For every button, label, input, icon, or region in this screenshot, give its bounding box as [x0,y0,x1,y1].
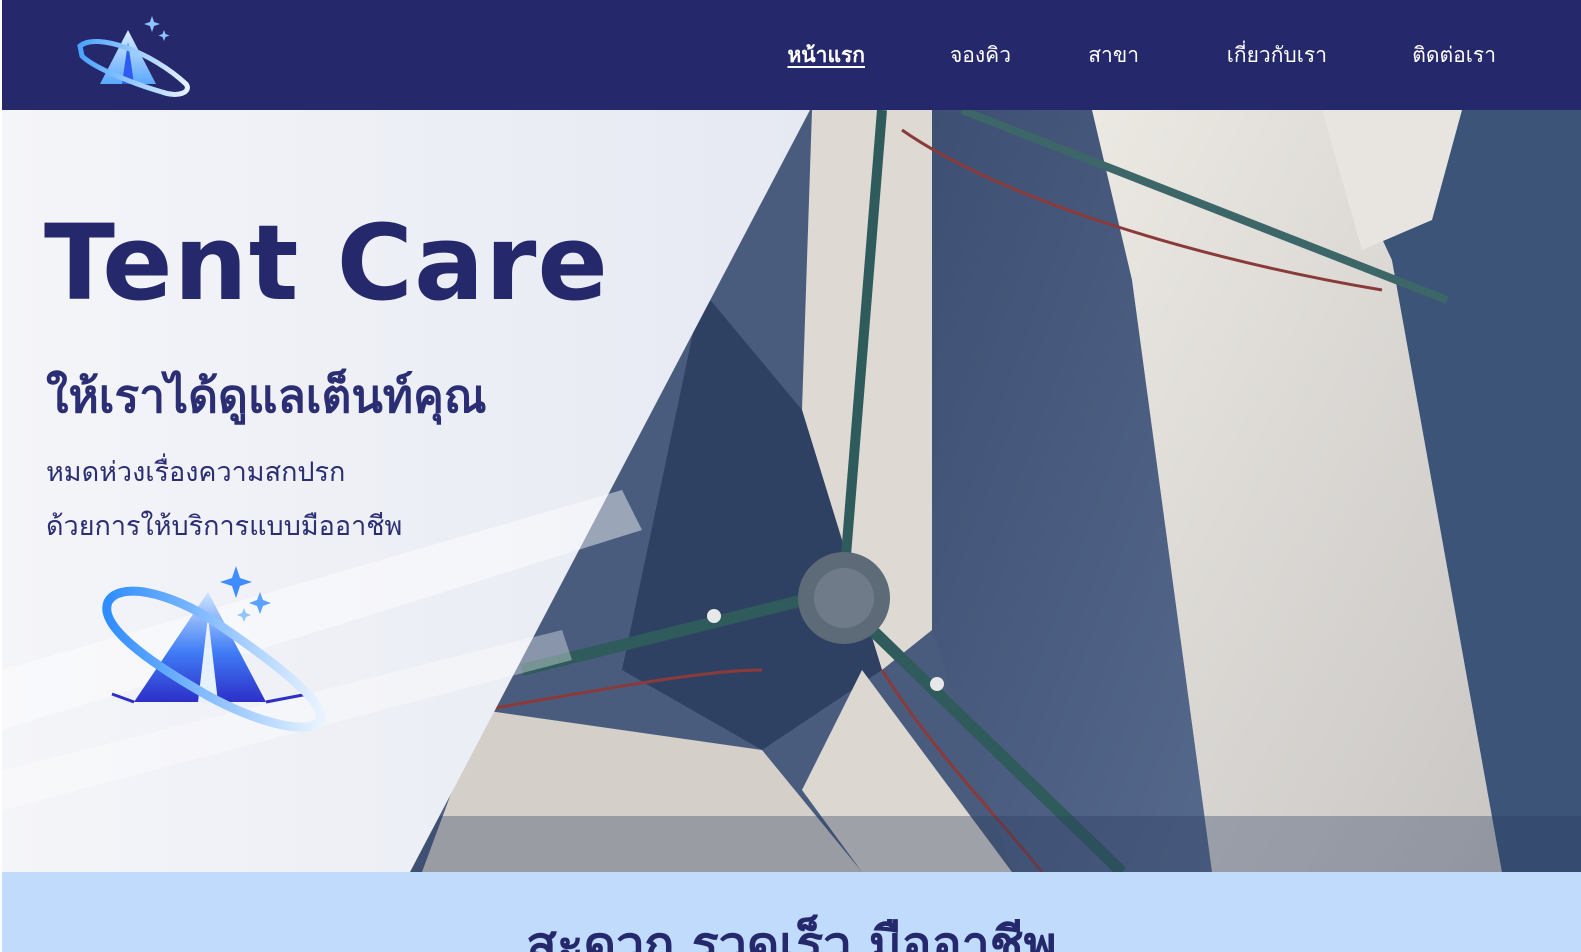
sparkle-icon [237,608,251,622]
nav-item-home[interactable]: หน้าแรก [787,40,865,70]
features-band: สะดวก รวดเร็ว มืออาชีพ [2,872,1581,952]
nav-item-branches[interactable]: สาขา [1088,40,1139,70]
tent-logo-icon[interactable] [74,12,196,100]
features-heading: สะดวก รวดเร็ว มืออาชีพ [526,916,1057,952]
sparkle-icon [249,592,271,614]
tent-logo-icon [102,566,326,732]
nav-item-contact[interactable]: ติดต่อเรา [1412,40,1496,70]
hero-description-line-1: หมดห่วงเรื่องความสกปรก [46,457,346,488]
hero-description: หมดห่วงเรื่องความสกปรก ด้วยการให้บริการแ… [46,446,402,554]
hero-section: Tent Care ให้เราได้ดูแลเต็นท์คุณ หมดห่วง… [2,110,1581,872]
hero-subtitle: ให้เราได้ดูแลเต็นท์คุณ [46,369,487,423]
nav-item-booking[interactable]: จองคิว [950,40,1011,70]
hero-title: Tent Care [44,202,609,324]
nav-item-about[interactable]: เกี่ยวกับเรา [1227,40,1327,70]
hero-description-line-2: ด้วยการให้บริการแบบมืออาชีพ [46,511,403,542]
top-navbar: หน้าแรก จองคิว สาขา เกี่ยวกับเรา ติดต่อเ… [2,0,1581,110]
hero-content: Tent Care ให้เราได้ดูแลเต็นท์คุณ หมดห่วง… [2,110,1581,872]
sparkle-icon [220,566,252,598]
